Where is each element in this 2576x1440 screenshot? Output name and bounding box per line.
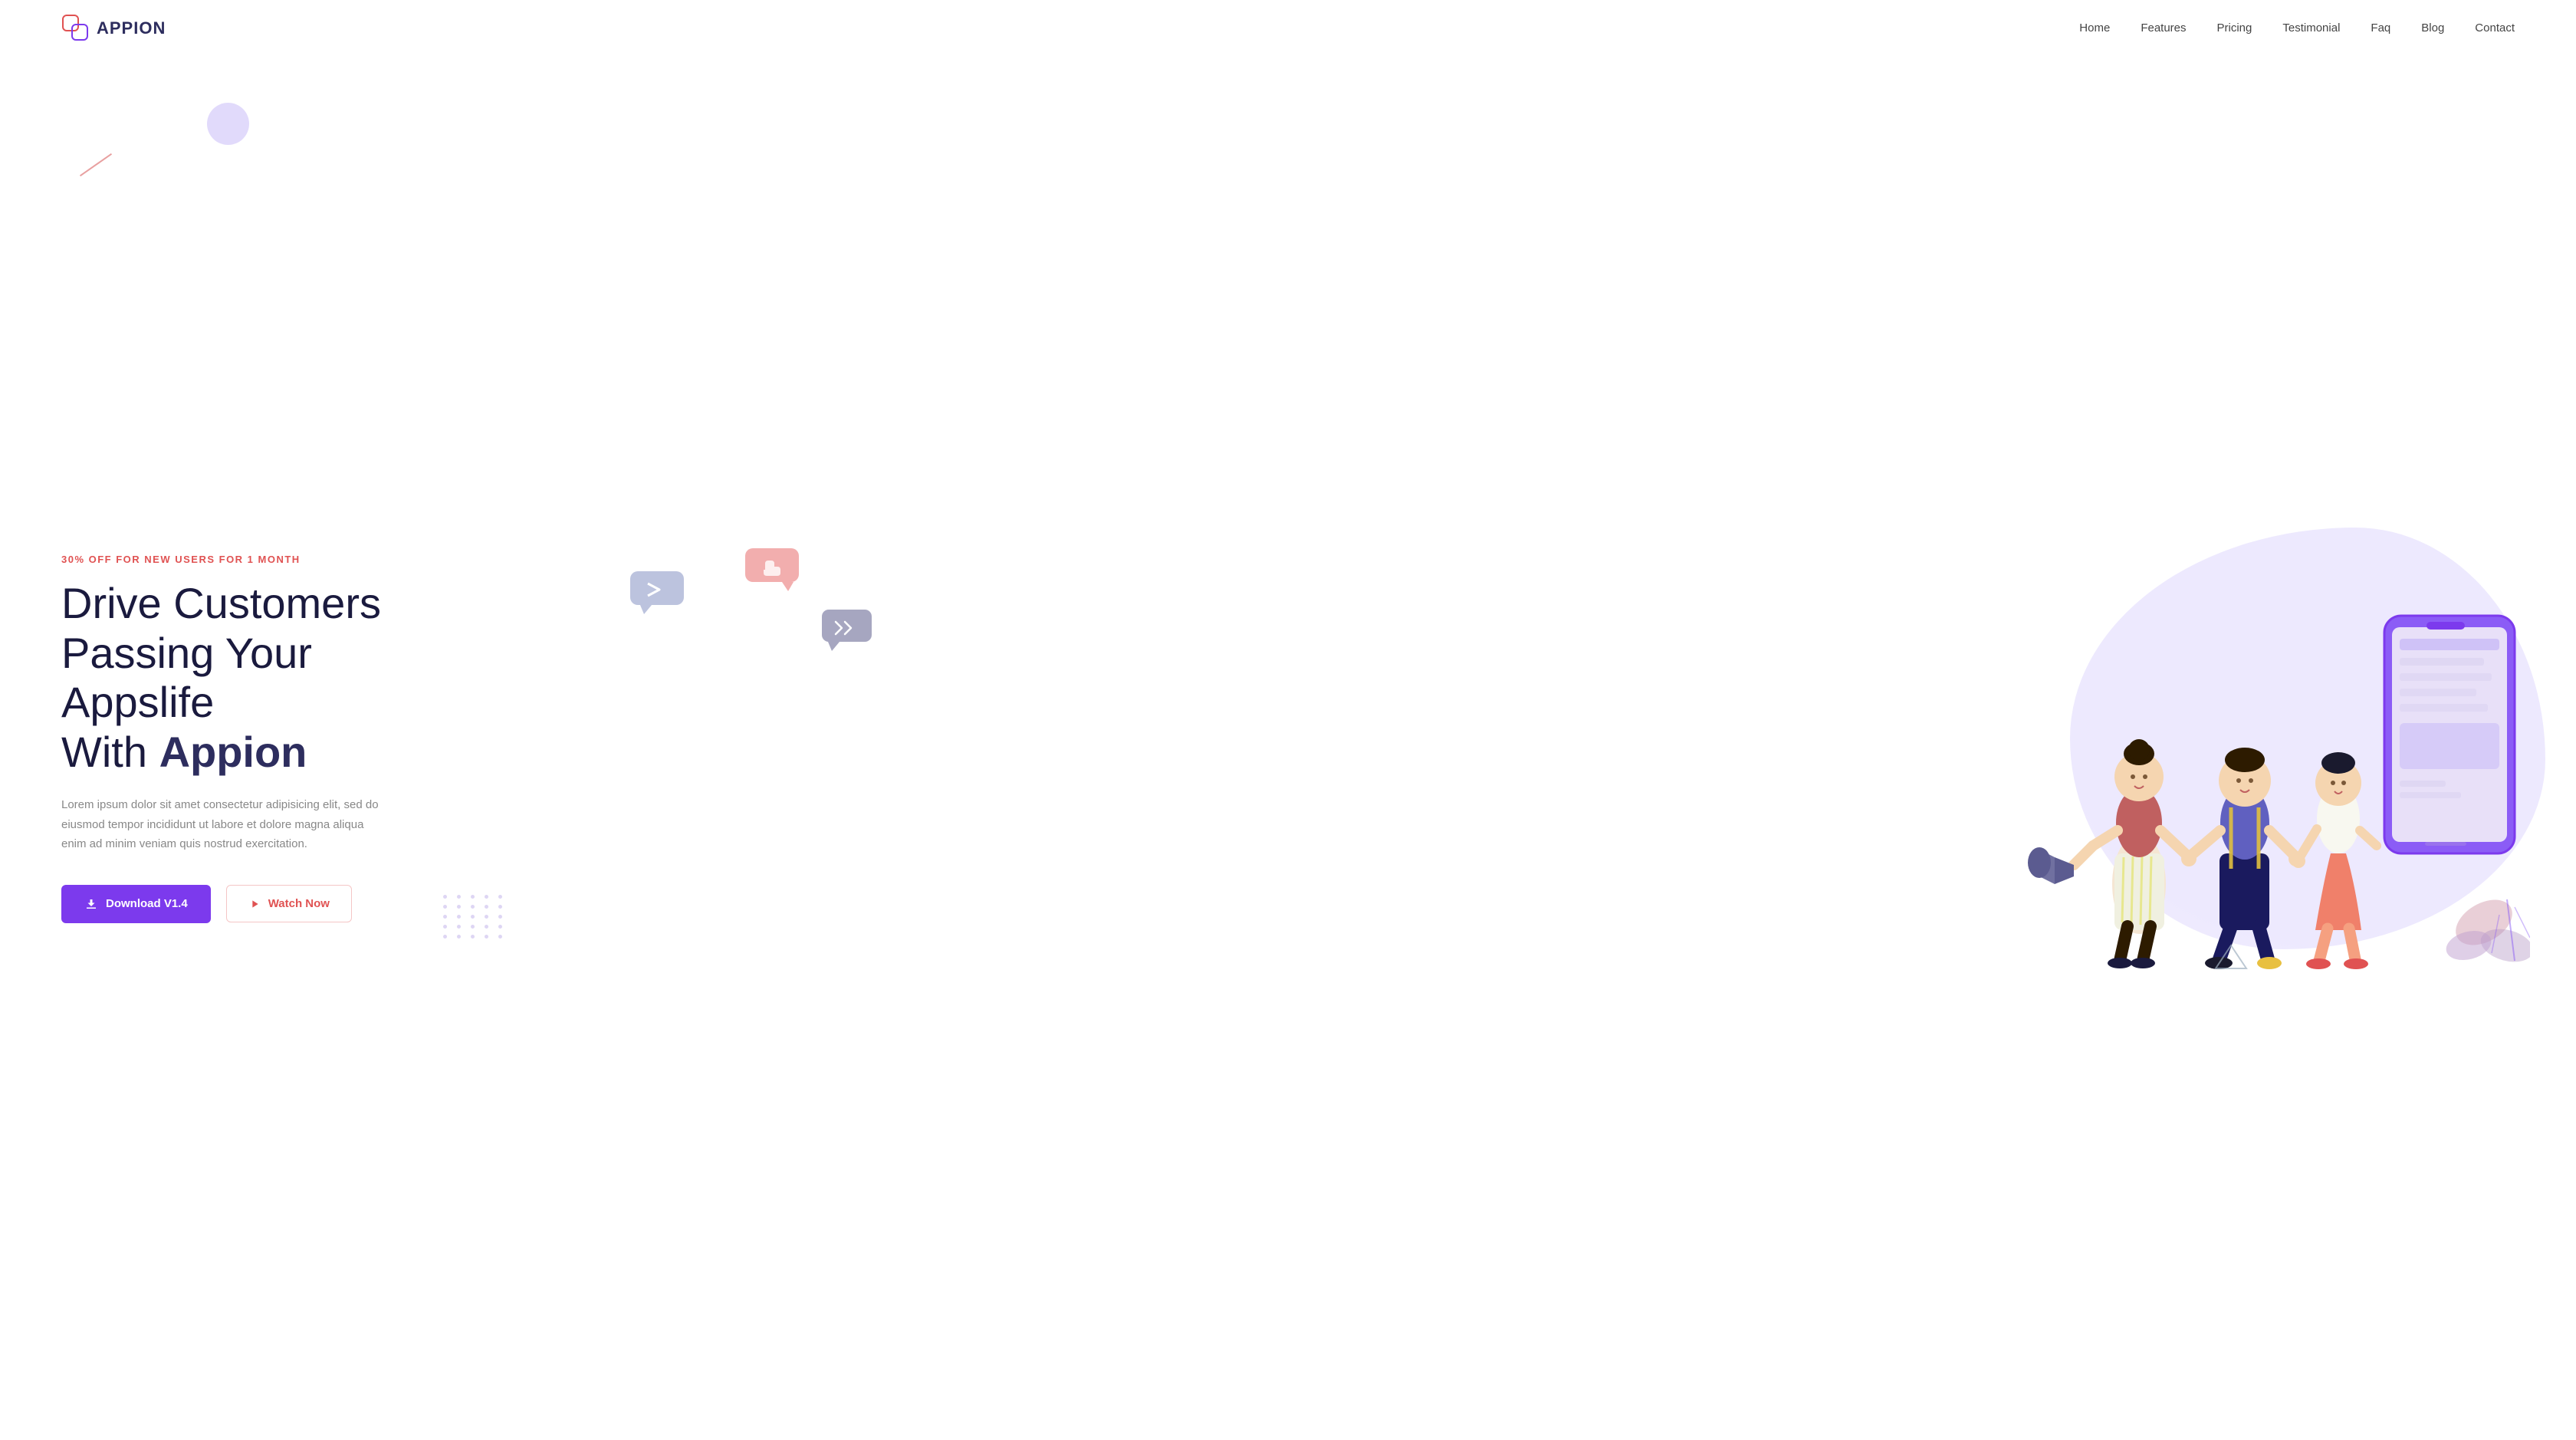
nav-item-features[interactable]: Features bbox=[2141, 21, 2186, 35]
deco-circle bbox=[207, 103, 249, 145]
hero-cta: Download V1.4 Watch Now bbox=[61, 885, 460, 923]
hero-left: 30% OFF FOR NEW USERS FOR 1 MONTH Drive … bbox=[61, 554, 460, 922]
nav-links: Home Features Pricing Testimonial Faq Bl… bbox=[2079, 21, 2515, 35]
play-icon bbox=[248, 898, 261, 910]
hero-illustration bbox=[460, 508, 2515, 968]
nav-link-features[interactable]: Features bbox=[2141, 21, 2186, 35]
chat-bubble-1 bbox=[629, 570, 690, 616]
chat-bubble-2 bbox=[744, 547, 805, 593]
nav-item-faq[interactable]: Faq bbox=[2371, 21, 2390, 35]
nav-link-blog[interactable]: Blog bbox=[2421, 21, 2444, 35]
download-button[interactable]: Download V1.4 bbox=[61, 885, 211, 923]
nav-link-testimonial[interactable]: Testimonial bbox=[2282, 21, 2340, 35]
dots-decoration bbox=[443, 895, 506, 939]
watch-now-button[interactable]: Watch Now bbox=[226, 885, 352, 922]
nav-link-faq[interactable]: Faq bbox=[2371, 21, 2390, 35]
nav-item-home[interactable]: Home bbox=[2079, 21, 2110, 35]
hero-title-line2: Passing Your Appslife bbox=[61, 629, 312, 726]
nav-item-testimonial[interactable]: Testimonial bbox=[2282, 21, 2340, 35]
download-icon bbox=[84, 897, 98, 911]
nav-item-blog[interactable]: Blog bbox=[2421, 21, 2444, 35]
hero-title-line1: Drive Customers bbox=[61, 579, 381, 627]
main-illustration bbox=[1993, 593, 2530, 976]
deco-line bbox=[80, 153, 112, 176]
nav-item-contact[interactable]: Contact bbox=[2475, 21, 2515, 35]
nav-link-contact[interactable]: Contact bbox=[2475, 21, 2515, 35]
hero-section: 30% OFF FOR NEW USERS FOR 1 MONTH Drive … bbox=[0, 57, 2576, 1435]
hero-description: Lorem ipsum dolor sit amet consectetur a… bbox=[61, 795, 383, 854]
brand-name: APPION bbox=[97, 18, 166, 38]
chat-bubble-3 bbox=[820, 608, 878, 653]
nav-link-pricing[interactable]: Pricing bbox=[2217, 21, 2252, 35]
hero-title-line3-plain: With bbox=[61, 728, 159, 776]
logo-icon bbox=[61, 14, 90, 43]
logo[interactable]: APPION bbox=[61, 14, 166, 43]
nav-link-home[interactable]: Home bbox=[2079, 21, 2110, 35]
hero-title: Drive Customers Passing Your Appslife Wi… bbox=[61, 579, 460, 777]
nav-item-pricing[interactable]: Pricing bbox=[2217, 21, 2252, 35]
promo-label: 30% OFF FOR NEW USERS FOR 1 MONTH bbox=[61, 554, 460, 565]
hero-title-brand: Appion bbox=[159, 728, 307, 776]
navbar: APPION Home Features Pricing Testimonial… bbox=[0, 0, 2576, 57]
